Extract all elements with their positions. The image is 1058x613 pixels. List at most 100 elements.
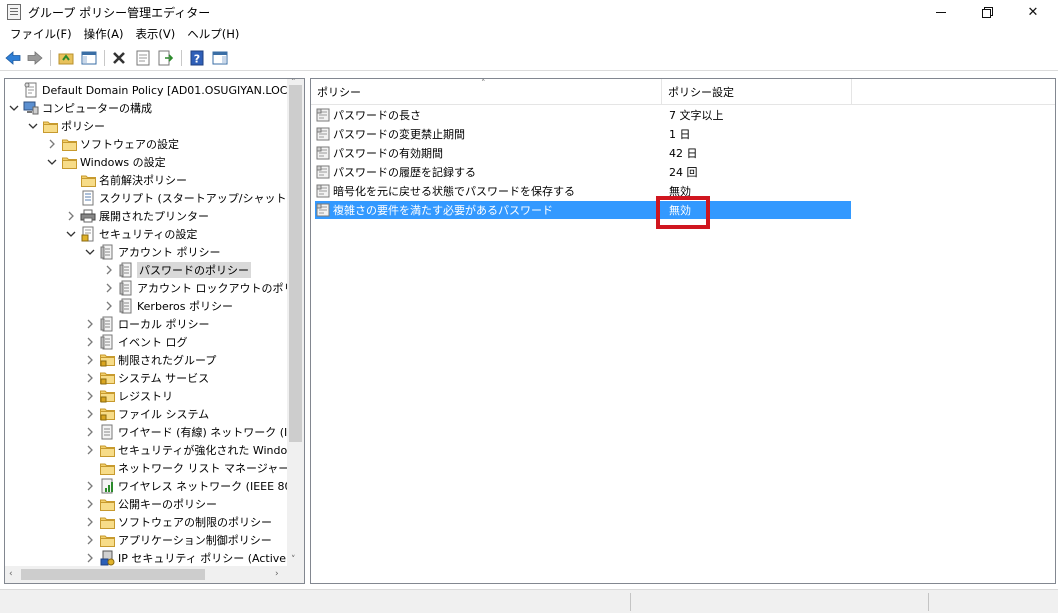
restore-button[interactable]	[964, 0, 1010, 24]
tree-item[interactable]: ネットワーク リスト マネージャー ポリシ	[85, 459, 305, 477]
tree-item[interactable]: ワイヤレス ネットワーク (IEEE 802.11	[85, 477, 305, 495]
action-pane-icon[interactable]	[211, 49, 229, 67]
chevron-right-icon[interactable]	[85, 445, 95, 455]
ip-security-icon	[99, 550, 115, 566]
policy-setting-icon	[315, 126, 331, 142]
tree-horizontal-scroll-thumb[interactable]	[21, 569, 205, 580]
policy-setting-value: 42 日	[669, 147, 698, 160]
close-button[interactable]: ✕	[1010, 0, 1056, 24]
tree-item-label: ソフトウェアの設定	[80, 138, 179, 151]
column-header-policy[interactable]: ポリシー ˄	[311, 79, 662, 105]
chevron-down-icon[interactable]	[85, 247, 95, 257]
tree-item-label: アカウント ポリシー	[118, 246, 221, 259]
tree-item-label: 制限されたグループ	[118, 354, 217, 367]
tree-item[interactable]: ローカル ポリシー	[85, 315, 210, 333]
chevron-right-icon[interactable]	[85, 373, 95, 383]
policy-scroll-icon	[23, 82, 39, 98]
console-tree-pane[interactable]: Default Domain Policy [AD01.OSUGIYAN.LOC…	[4, 78, 305, 584]
forward-arrow-icon[interactable]	[26, 49, 44, 67]
tree-item[interactable]: Windows の設定	[47, 153, 166, 171]
menu-action[interactable]: 操作(A)	[78, 24, 130, 44]
tree-item[interactable]: Kerberos ポリシー	[104, 297, 233, 315]
tree-item[interactable]: Default Domain Policy [AD01.OSUGIYAN.LOC…	[9, 81, 304, 99]
policy-row[interactable]: パスワードの履歴を記録する 24 回	[315, 163, 851, 181]
tree-item[interactable]: スクリプト (スタートアップ/シャットダウン)	[66, 189, 304, 207]
export-list-icon[interactable]	[157, 49, 175, 67]
tree-item[interactable]: ソフトウェアの制限のポリシー	[85, 513, 272, 531]
chevron-right-icon[interactable]	[85, 319, 95, 329]
chevron-right-icon[interactable]	[85, 427, 95, 437]
policy-row[interactable]: パスワードの長さ 7 文字以上	[315, 106, 851, 124]
chevron-right-icon[interactable]	[47, 139, 57, 149]
toolbar-separator	[181, 50, 182, 66]
tree-item[interactable]: IP セキュリティ ポリシー (Active Dire	[85, 549, 304, 567]
tree-item[interactable]: ワイヤード (有線) ネットワーク (IEEE	[85, 423, 304, 441]
tree-item[interactable]: ソフトウェアの設定	[47, 135, 179, 153]
chevron-right-icon[interactable]	[85, 499, 95, 509]
chevron-down-icon[interactable]	[9, 103, 19, 113]
chevron-right-icon[interactable]	[85, 535, 95, 545]
tree-horizontal-scrollbar[interactable]: ‹ ›	[5, 566, 304, 583]
properties-icon[interactable]	[134, 49, 152, 67]
tree-item[interactable]: ポリシー	[28, 117, 105, 135]
chevron-right-icon[interactable]	[85, 337, 95, 347]
details-pane[interactable]: ポリシー ˄ ポリシー設定 パスワードの長さ 7 文字以上 パスワードの変更禁止期間…	[310, 78, 1056, 584]
tree-item[interactable]: イベント ログ	[85, 333, 188, 351]
tree-item[interactable]: パスワードのポリシー	[104, 261, 251, 279]
chevron-right-icon[interactable]	[85, 391, 95, 401]
chevron-right-icon[interactable]	[104, 301, 114, 311]
back-arrow-icon[interactable]	[4, 49, 22, 67]
tree-item[interactable]: 展開されたプリンター	[66, 207, 209, 225]
tree-item[interactable]: 公開キーのポリシー	[85, 495, 217, 513]
tree-item[interactable]: コンピューターの構成	[9, 99, 152, 117]
policy-row[interactable]: 暗号化を元に戻せる状態でパスワードを保存する 無効	[315, 182, 851, 200]
chevron-right-icon[interactable]	[104, 283, 114, 293]
policy-book-icon	[99, 334, 115, 350]
tree-item[interactable]: 制限されたグループ	[85, 351, 216, 369]
tree-vertical-scroll-thumb[interactable]	[289, 85, 302, 442]
chevron-right-icon[interactable]	[66, 211, 76, 221]
tree-item-label: Windows の設定	[80, 156, 166, 169]
policy-setting-icon	[315, 183, 331, 199]
delete-icon[interactable]	[110, 49, 128, 67]
column-header-setting[interactable]: ポリシー設定	[662, 79, 852, 105]
tree-item[interactable]: ファイル システム	[85, 405, 209, 423]
tree-item[interactable]: アカウント ロックアウトのポリシー	[104, 279, 304, 297]
chevron-right-icon[interactable]	[85, 517, 95, 527]
policy-row[interactable]: 複雑さの要件を満たす必要があるパスワード 無効	[315, 201, 851, 219]
chevron-right-icon[interactable]	[85, 355, 95, 365]
tree-item-label: ポリシー	[61, 120, 105, 133]
chevron-right-icon[interactable]	[85, 481, 95, 491]
chevron-right-icon[interactable]	[85, 409, 95, 419]
chevron-down-icon[interactable]	[47, 157, 57, 167]
menu-help[interactable]: ヘルプ(H)	[181, 24, 245, 44]
chevron-right-icon[interactable]	[104, 265, 114, 275]
chevron-right-icon[interactable]	[85, 553, 95, 563]
menu-file[interactable]: ファイル(F)	[4, 24, 78, 44]
tree-item[interactable]: セキュリティの設定	[66, 225, 197, 243]
tree-item-label: ネットワーク リスト マネージャー ポリシ	[118, 462, 305, 475]
minimize-button[interactable]	[918, 0, 964, 24]
tree-item-label: ワイヤレス ネットワーク (IEEE 802.11	[118, 480, 305, 493]
tree-item[interactable]: システム サービス	[85, 369, 209, 387]
show-hide-tree-icon[interactable]	[80, 49, 98, 67]
tree-item[interactable]: レジストリ	[85, 387, 173, 405]
scroll-down-icon[interactable]: ˅	[291, 555, 296, 565]
policy-row[interactable]: パスワードの変更禁止期間 1 日	[315, 125, 851, 143]
help-icon[interactable]: ?	[188, 49, 206, 67]
tree-item[interactable]: アプリケーション制御ポリシー	[85, 531, 272, 549]
chevron-down-icon[interactable]	[28, 121, 38, 131]
up-folder-icon[interactable]	[57, 49, 75, 67]
policy-row[interactable]: パスワードの有効期間 42 日	[315, 144, 851, 162]
tree-item[interactable]: セキュリティが強化された Windows	[85, 441, 302, 459]
folder-lock-icon	[99, 388, 115, 404]
tree-item[interactable]: アカウント ポリシー	[85, 243, 221, 261]
policy-setting-value: 7 文字以上	[669, 109, 724, 122]
scroll-right-icon[interactable]: ›	[275, 569, 279, 579]
scroll-left-icon[interactable]: ‹	[9, 569, 13, 579]
tree-vertical-scrollbar[interactable]: ˄ ˅	[287, 79, 304, 566]
tree-item-label: ローカル ポリシー	[118, 318, 210, 331]
chevron-down-icon[interactable]	[66, 229, 76, 239]
menu-view[interactable]: 表示(V)	[129, 24, 181, 44]
tree-item[interactable]: 名前解決ポリシー	[66, 171, 187, 189]
